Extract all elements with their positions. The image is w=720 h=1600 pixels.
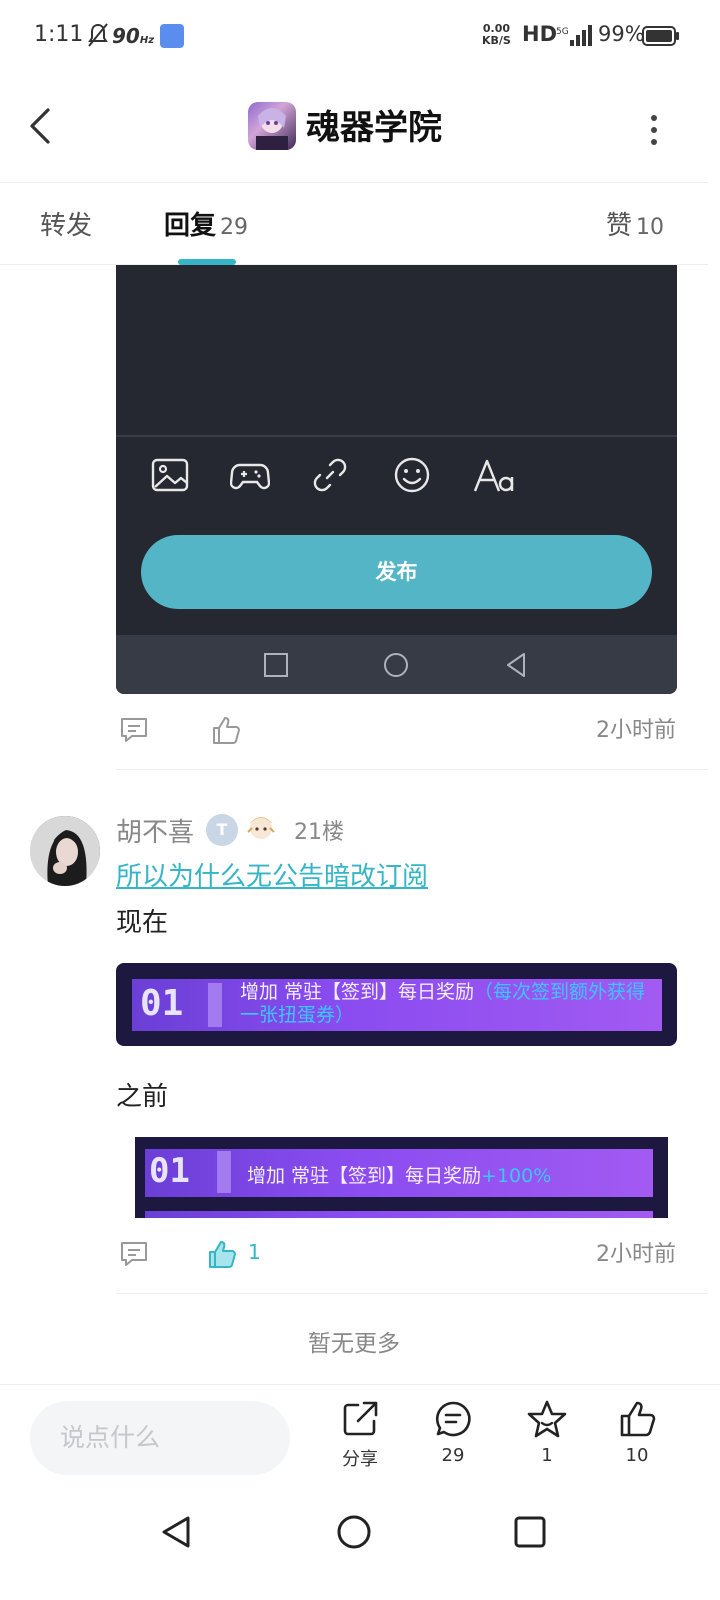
font-icon bbox=[473, 459, 514, 492]
end-of-list-text: 暂无更多 bbox=[308, 1331, 400, 1357]
promo-separator bbox=[217, 1151, 231, 1193]
publish-button: 发布 bbox=[141, 535, 652, 609]
promo-banner-partial bbox=[145, 1211, 653, 1218]
back-icon bbox=[507, 653, 525, 677]
svg-text:5G: 5G bbox=[556, 27, 569, 37]
divider bbox=[116, 435, 677, 437]
reply-icon[interactable] bbox=[118, 714, 150, 746]
promo-number: 01 bbox=[140, 983, 184, 1024]
net-speed: 0.00 KB/S bbox=[482, 22, 511, 47]
recents-icon[interactable] bbox=[510, 1512, 550, 1552]
floor-number: 21楼 bbox=[294, 820, 344, 845]
emoji-icon bbox=[394, 457, 430, 493]
comment-image-now[interactable]: 01 增加 常驻【签到】每日奖励（每次签到额外获得一张扭蛋券） bbox=[116, 963, 677, 1046]
mute-icon bbox=[88, 23, 108, 47]
battery-percent: 99% bbox=[598, 22, 645, 46]
share-icon bbox=[343, 1401, 378, 1436]
tab-replies[interactable]: 回复 29 bbox=[164, 205, 248, 242]
tab-repost[interactable]: 转发 bbox=[40, 205, 92, 242]
like-icon[interactable] bbox=[206, 1238, 238, 1270]
promo-text: 增加 常驻【签到】每日奖励+100% bbox=[247, 1165, 552, 1187]
back-icon[interactable] bbox=[26, 106, 56, 146]
comment-image-before[interactable]: 01 增加 常驻【签到】每日奖励+100% bbox=[135, 1137, 668, 1218]
back-icon[interactable] bbox=[156, 1512, 196, 1552]
comment-text: 现在 bbox=[116, 908, 169, 938]
favorite-button[interactable]: 1 bbox=[507, 1399, 587, 1466]
comment-actions: 2小时前 bbox=[116, 696, 708, 770]
comment-link[interactable]: 所以为什么无公告暗改订阅 bbox=[116, 856, 428, 893]
comment-text: 之前 bbox=[116, 1082, 169, 1112]
signal-icon: 5G bbox=[556, 25, 592, 46]
system-navigation-bar bbox=[0, 1490, 720, 1600]
comment-time: 2小时前 bbox=[596, 1242, 676, 1267]
character-badge-icon bbox=[247, 817, 275, 839]
reply-icon[interactable] bbox=[118, 1238, 150, 1270]
page-title: 魂器学院 bbox=[306, 108, 442, 148]
share-button[interactable]: 分享 bbox=[320, 1399, 400, 1471]
like-icon[interactable] bbox=[210, 714, 242, 746]
home-icon bbox=[384, 653, 408, 677]
image-icon bbox=[151, 458, 189, 492]
username[interactable]: 胡不喜 bbox=[116, 812, 194, 849]
like-icon bbox=[620, 1401, 656, 1437]
tab-bar: 转发 回复 29 赞 10 bbox=[0, 182, 708, 265]
more-icon[interactable] bbox=[644, 110, 664, 150]
promo-text: 增加 常驻【签到】每日奖励（每次签到额外获得一张扭蛋券） bbox=[240, 981, 646, 1026]
refresh-rate: 90Hz bbox=[112, 24, 155, 48]
top-app-bar: 魂器学院 bbox=[0, 72, 720, 182]
editor-nav-bar bbox=[116, 635, 677, 694]
comment-actions: 1 2小时前 bbox=[116, 1220, 708, 1294]
promo-separator bbox=[208, 983, 222, 1027]
like-button[interactable]: 10 bbox=[597, 1399, 677, 1466]
comment-icon bbox=[435, 1401, 471, 1437]
status-bar: 1:11 90Hz 0.00 KB/S HD 5G 99% bbox=[0, 0, 720, 72]
battery-icon bbox=[642, 26, 679, 46]
comment-image-editor-screenshot[interactable]: 发布 bbox=[116, 265, 677, 694]
hotspot-icon bbox=[160, 24, 184, 48]
level-badge: T bbox=[206, 814, 238, 846]
status-time: 1:11 bbox=[34, 22, 84, 47]
app-icon bbox=[248, 102, 296, 150]
home-icon[interactable] bbox=[334, 1512, 374, 1552]
recents-icon bbox=[264, 653, 288, 677]
star-icon bbox=[527, 1400, 567, 1438]
bottom-action-bar: 说点什么 分享 29 1 10 bbox=[0, 1384, 720, 1490]
like-count: 1 bbox=[248, 1240, 261, 1264]
promo-number: 01 bbox=[149, 1151, 190, 1191]
comment-input[interactable]: 说点什么 bbox=[30, 1401, 290, 1475]
tab-likes[interactable]: 赞 10 bbox=[606, 205, 664, 242]
link-icon bbox=[313, 458, 347, 492]
comment-time: 2小时前 bbox=[596, 718, 676, 743]
comments-button[interactable]: 29 bbox=[413, 1399, 493, 1466]
avatar[interactable] bbox=[30, 816, 100, 886]
gamepad-icon bbox=[230, 463, 270, 490]
hd-indicator: HD bbox=[522, 22, 558, 46]
